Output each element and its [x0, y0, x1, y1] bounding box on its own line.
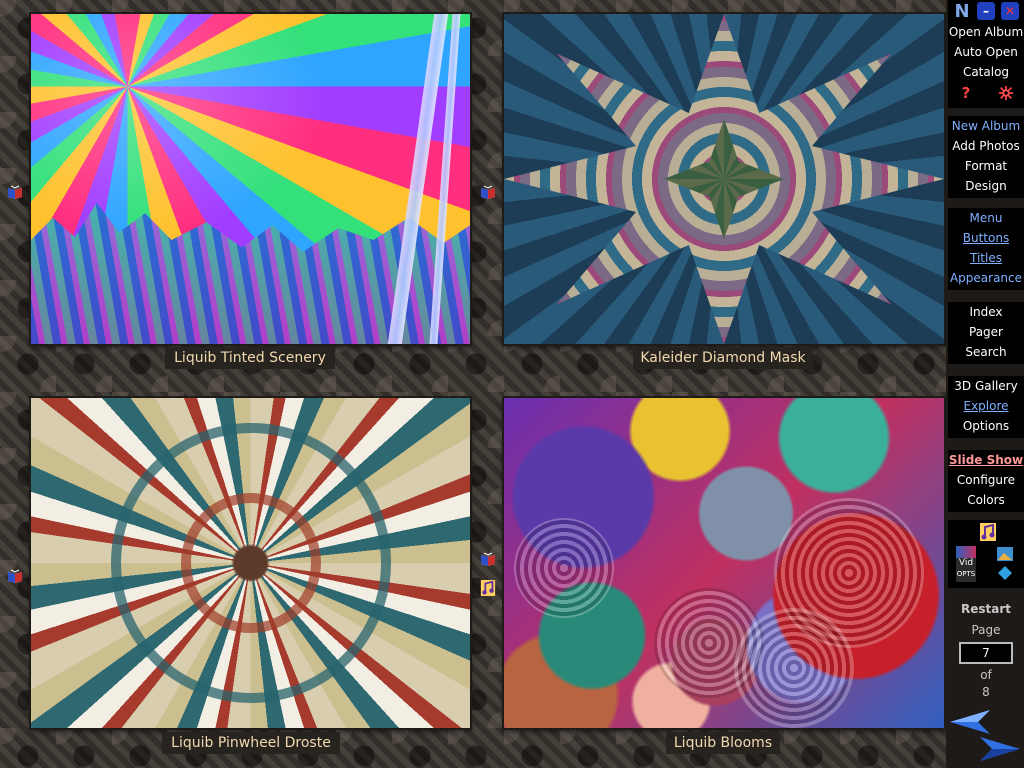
logo-icon[interactable]: N — [953, 1, 971, 22]
auto-open-button[interactable]: Auto Open — [948, 42, 1024, 62]
caption-liquib-pinwheel-droste[interactable]: Liquib Pinwheel Droste — [162, 732, 340, 754]
open-album-button[interactable]: Open Album — [948, 22, 1024, 42]
gear-icon[interactable] — [997, 84, 1015, 102]
panel-group-design: New Album Add Photos Format Design — [948, 116, 1024, 198]
photo-liquib-blooms[interactable] — [504, 398, 944, 728]
colors-button[interactable]: Colors — [948, 490, 1024, 510]
appearance-button[interactable]: Appearance — [948, 268, 1024, 288]
slide-show-button[interactable]: Slide Show — [948, 450, 1024, 470]
photo-liquib-pinwheel-droste[interactable] — [31, 398, 470, 728]
panel-group-gallery: 3D Gallery Explore Options — [948, 376, 1024, 438]
photo-bloom — [734, 608, 854, 728]
photo-ring — [180, 493, 321, 633]
image-options-icon[interactable] — [996, 546, 1014, 585]
video-label: Vid — [958, 558, 974, 568]
format-button[interactable]: Format — [948, 156, 1024, 176]
help-row: ? — [948, 82, 1024, 104]
page-label: Page — [971, 623, 1001, 637]
panel-group-appearance: Menu Buttons Titles Appearance — [948, 208, 1024, 290]
search-button[interactable]: Search — [948, 342, 1024, 362]
control-panel: N – ✕ Open Album Auto Open Catalog ? New… — [946, 0, 1024, 768]
of-label: of — [980, 668, 992, 682]
video-thumb — [956, 546, 976, 558]
photo-bloom — [514, 518, 614, 618]
restart-button[interactable]: Restart — [948, 598, 1024, 620]
music-note-icon[interactable] — [480, 580, 496, 598]
book-icon[interactable] — [480, 184, 496, 200]
caption-liquib-blooms[interactable]: Liquib Blooms — [666, 732, 780, 754]
next-page-icon[interactable] — [980, 737, 1020, 765]
caption-liquib-tinted-scenery[interactable]: Liquib Tinted Scenery — [165, 347, 335, 369]
book-icon[interactable] — [7, 184, 23, 200]
panel-group-media: Vid OPTS — [948, 520, 1024, 588]
options-button[interactable]: Options — [948, 416, 1024, 436]
close-icon[interactable]: ✕ — [1001, 2, 1019, 20]
add-photos-button[interactable]: Add Photos — [948, 136, 1024, 156]
page-number-input[interactable]: 7 — [959, 642, 1013, 664]
configure-button[interactable]: Configure — [948, 470, 1024, 490]
panel-group-navigation: Index Pager Search — [948, 302, 1024, 364]
titles-button[interactable]: Titles — [948, 248, 1024, 268]
panel-group-album: N – ✕ Open Album Auto Open Catalog ? — [948, 0, 1024, 108]
design-button[interactable]: Design — [948, 176, 1024, 196]
photo-gallery: Liquib Tinted Scenery Kaleider Diamond M… — [0, 0, 946, 768]
catalog-button[interactable]: Catalog — [948, 62, 1024, 82]
caption-kaleider-diamond-mask[interactable]: Kaleider Diamond Mask — [633, 347, 813, 369]
total-pages: 8 — [982, 685, 990, 699]
panel-group-pager: Restart Page 7 of 8 — [948, 598, 1024, 704]
buttons-button[interactable]: Buttons — [948, 228, 1024, 248]
video-options-button[interactable]: Vid OPTS — [956, 546, 976, 582]
book-icon[interactable] — [480, 551, 496, 567]
titlebar: N – ✕ — [948, 0, 1024, 22]
explore-button[interactable]: Explore — [948, 396, 1024, 416]
menu-button[interactable]: Menu — [948, 208, 1024, 228]
pager-button[interactable]: Pager — [948, 322, 1024, 342]
minimize-icon[interactable]: – — [977, 2, 995, 20]
3d-gallery-button[interactable]: 3D Gallery — [948, 376, 1024, 396]
photo-liquib-tinted-scenery[interactable] — [31, 14, 470, 344]
music-note-icon[interactable] — [980, 523, 996, 544]
video-sublabel: OPTS — [956, 570, 976, 578]
panel-group-slideshow: Slide Show Configure Colors — [948, 450, 1024, 512]
book-icon[interactable] — [7, 568, 23, 584]
photo-kaleider-diamond-mask[interactable] — [504, 14, 944, 344]
prev-page-icon[interactable] — [950, 710, 990, 738]
index-button[interactable]: Index — [948, 302, 1024, 322]
new-album-button[interactable]: New Album — [948, 116, 1024, 136]
help-icon[interactable]: ? — [957, 84, 975, 102]
